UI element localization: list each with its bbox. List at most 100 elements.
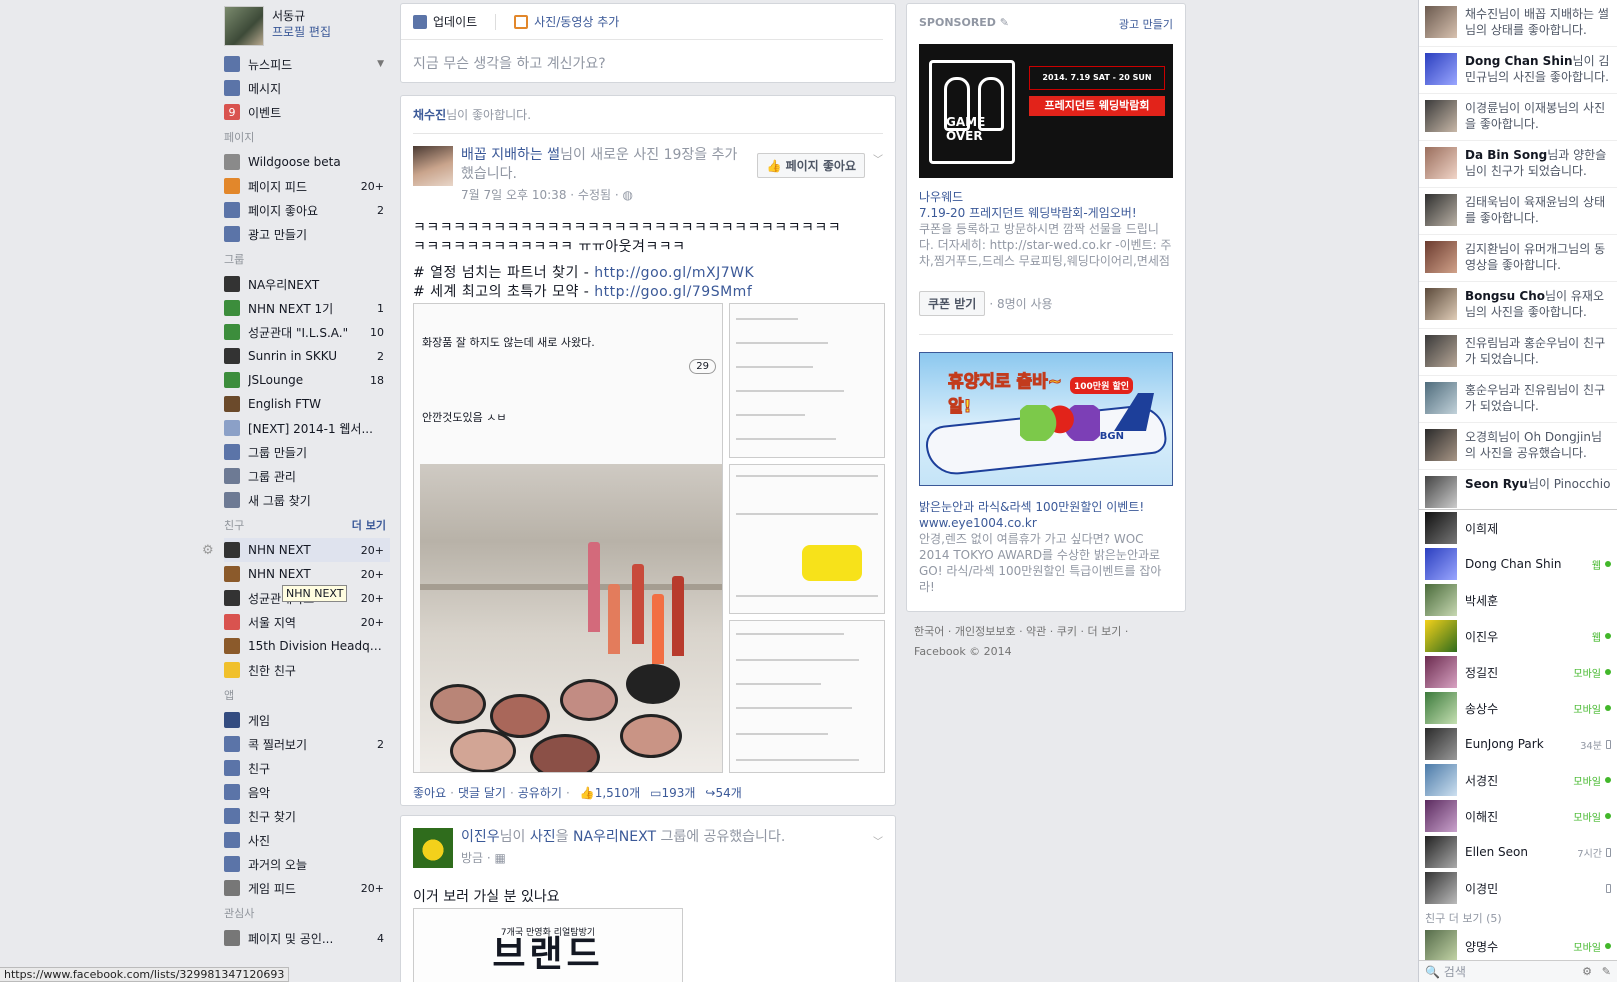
nav-group-item[interactable]: 성균관대 "I.L.S.A." 10	[224, 320, 390, 344]
status-input[interactable]: 지금 무슨 생각을 하고 계신가요?	[401, 40, 895, 86]
ad-title[interactable]: 밝은눈안과 라식&라섹 100만원할인 이벤트!	[919, 499, 1173, 515]
ticker-item[interactable]: Dong Chan Shin님이 김민규님의 사진을 좋아합니다.	[1419, 47, 1617, 94]
ticker-item[interactable]: 김태욱님이 육재윤님의 상태를 좋아합니다.	[1419, 188, 1617, 235]
nav-group-item[interactable]: 그룹 관리	[224, 464, 390, 488]
nav-item[interactable]: 메시지	[224, 76, 390, 100]
nav-group-item[interactable]: NA우리NEXT	[224, 272, 390, 296]
avatar[interactable]	[413, 828, 453, 868]
nav-app-item[interactable]: 친구 찾기	[224, 804, 390, 828]
post-author-link[interactable]: 배꼽 지배하는 썰	[461, 147, 560, 163]
chevron-down-icon[interactable]: ﹀	[873, 151, 883, 166]
nav-app-item[interactable]: 친구	[224, 756, 390, 780]
ticker-item[interactable]: Bongsu Cho님이 유재오님의 사진을 좋아합니다.	[1419, 282, 1617, 329]
chat-friend[interactable]: 이해진 모바일	[1419, 798, 1617, 834]
profile-header[interactable]: 서동규 프로필 편집	[224, 0, 390, 52]
nav-friend-list-item[interactable]: 서울 지역 20+	[224, 610, 390, 634]
create-ad-link[interactable]: 광고 만들기	[1119, 16, 1173, 32]
chat-friend[interactable]: 이희제	[1419, 510, 1617, 546]
avatar[interactable]	[224, 6, 264, 46]
nav-group-item[interactable]: English FTW	[224, 392, 390, 416]
nav-group-item[interactable]: [NEXT] 2014-1 웹서...	[224, 416, 390, 440]
ticker-item[interactable]: 이경륜님이 이재봉님의 사진을 좋아합니다.	[1419, 94, 1617, 141]
post-timestamp[interactable]: 7월 7일 오후 10:38 · 수정됨 · ◍	[461, 186, 743, 203]
ad-image[interactable]: GAME OVER 2014. 7.19 SAT - 20 SUN 10:00 …	[919, 44, 1173, 178]
more-friends-link[interactable]: 친구 더 보기 (5)	[1419, 906, 1617, 928]
nav-app-item[interactable]: 과거의 오늘	[224, 852, 390, 876]
post-timestamp[interactable]: 방금 · ▦	[461, 849, 841, 866]
nav-app-item[interactable]: 게임 피드 20+	[224, 876, 390, 900]
chat-friend[interactable]: 박세훈	[1419, 582, 1617, 618]
ad-image[interactable]: 휴양지로 출바~알! 100만원 할인 BGN	[919, 352, 1173, 486]
nav-page-item[interactable]: Wildgoose beta	[224, 150, 390, 174]
chat-friend[interactable]: 서경진 모바일	[1419, 762, 1617, 798]
shares-count[interactable]: ↪54개	[705, 784, 741, 801]
chat-friend[interactable]: 양명수 모바일	[1419, 928, 1617, 964]
like-page-button[interactable]: 👍 페이지 좋아요	[757, 153, 865, 178]
edit-profile-link[interactable]: 프로필 편집	[272, 24, 331, 40]
post-photo[interactable]	[729, 464, 885, 614]
avatar[interactable]	[413, 146, 453, 186]
ticker-item[interactable]: Da Bin Song님과 양한슬님이 친구가 되었습니다.	[1419, 141, 1617, 188]
post-group-link[interactable]: NA우리NEXT	[573, 829, 656, 845]
ad-title[interactable]: 7.19-20 프레지던트 웨딩박람회-게임오버!	[919, 205, 1173, 221]
nav-group-item[interactable]: NHN NEXT 1기 1	[224, 296, 390, 320]
post-link[interactable]: http://goo.gl/mXJ7WK	[594, 265, 754, 281]
nav-friend-list-item[interactable]: 15th Division Headqu...	[224, 634, 390, 658]
ad-source[interactable]: 나우웨드	[919, 189, 1173, 205]
nav-group-item[interactable]: JSLounge 18	[224, 368, 390, 392]
friends-more-link[interactable]: 더 보기	[352, 514, 390, 538]
get-coupon-button[interactable]: 쿠폰 받기	[919, 291, 986, 316]
gear-icon[interactable]: ⚙	[1582, 965, 1592, 978]
nav-friend-list-item[interactable]: NHN NEXT 20+ ⚙	[202, 538, 390, 562]
profile-name[interactable]: 서동규	[272, 8, 331, 24]
gear-icon[interactable]: ⚙	[202, 543, 214, 558]
nav-page-item[interactable]: 광고 만들기	[224, 222, 390, 246]
ticker-item[interactable]: 오경희님이 Oh Dongjin님의 사진을 공유했습니다.	[1419, 423, 1617, 470]
chat-friend[interactable]: Ellen Seon 7시간	[1419, 834, 1617, 870]
ticker-item[interactable]: 김지환님이 유머개그님의 동영상을 좋아합니다.	[1419, 235, 1617, 282]
chat-friend[interactable]: 이진우 웹	[1419, 618, 1617, 654]
footer-links[interactable]: 한국어 · 개인정보보호 · 약관 · 쿠키 · 더 보기 ·	[914, 622, 1194, 642]
nav-group-item[interactable]: 새 그룹 찾기	[224, 488, 390, 512]
post-photo[interactable]: 화장품 잘 하지도 않는데 새로 사왔다. 29 안깐것도있음 ㅅㅂ	[413, 303, 723, 773]
compose-icon[interactable]: ✎	[1602, 965, 1611, 978]
chat-friend[interactable]: Dong Chan Shin 웹	[1419, 546, 1617, 582]
nav-page-item[interactable]: 페이지 좋아요 2	[224, 198, 390, 222]
ticker-item[interactable]: 홍순우님과 진유림님이 친구가 되었습니다.	[1419, 376, 1617, 423]
comments-count[interactable]: ▭193개	[650, 784, 695, 801]
comment-button[interactable]: 댓글 달기	[458, 784, 506, 801]
chevron-down-icon[interactable]: ▼	[377, 59, 384, 69]
chat-search-input[interactable]: 검색	[1444, 963, 1466, 980]
share-button[interactable]: 공유하기	[518, 784, 562, 801]
tab-update[interactable]: 업데이트	[413, 13, 477, 30]
chat-friend[interactable]: EunJong Park 34분	[1419, 726, 1617, 762]
nav-app-item[interactable]: 콕 찔러보기 2	[224, 732, 390, 756]
ad-url[interactable]: www.eye1004.co.kr	[919, 515, 1173, 531]
nav-group-item[interactable]: Sunrin in SKKU 2	[224, 344, 390, 368]
chevron-down-icon[interactable]: ﹀	[873, 833, 883, 848]
nav-app-item[interactable]: 음악	[224, 780, 390, 804]
nav-friend-list-item[interactable]: NHN NEXT 20+	[224, 562, 390, 586]
nav-interest-item[interactable]: 페이지 및 공인... 4	[224, 926, 390, 950]
post-link[interactable]: http://goo.gl/79SMmf	[594, 284, 752, 300]
nav-app-item[interactable]: 사진	[224, 828, 390, 852]
likes-count[interactable]: 👍1,510개	[580, 784, 640, 801]
ticker-item[interactable]: Seon Ryu님이 Pinocchio	[1419, 470, 1617, 509]
like-button[interactable]: 좋아요	[413, 784, 446, 801]
post-author-link[interactable]: 이진우	[461, 829, 500, 845]
post-photo[interactable]	[729, 620, 885, 773]
post-photo[interactable]: 7개국 만영화 리얼탐방기 브랜드	[413, 908, 683, 982]
liked-by-name[interactable]: 채수진	[413, 108, 446, 122]
post-photo[interactable]	[729, 303, 885, 458]
nav-friend-list-item[interactable]: 친한 친구	[224, 658, 390, 682]
nav-page-item[interactable]: 페이지 피드 20+	[224, 174, 390, 198]
nav-app-item[interactable]: 게임	[224, 708, 390, 732]
nav-group-item[interactable]: 그룹 만들기	[224, 440, 390, 464]
tab-add-photo[interactable]: 사진/동영상 추가	[514, 13, 619, 30]
chat-search-bar[interactable]: 🔍 검색 ⚙ ✎	[1419, 960, 1617, 982]
chat-friend[interactable]: 정길진 모바일	[1419, 654, 1617, 690]
nav-item[interactable]: 9 이벤트	[224, 100, 390, 124]
post-object-link[interactable]: 사진	[530, 829, 556, 845]
chat-friend[interactable]: 이경민	[1419, 870, 1617, 906]
nav-item[interactable]: 뉴스피드 ▼	[224, 52, 390, 76]
